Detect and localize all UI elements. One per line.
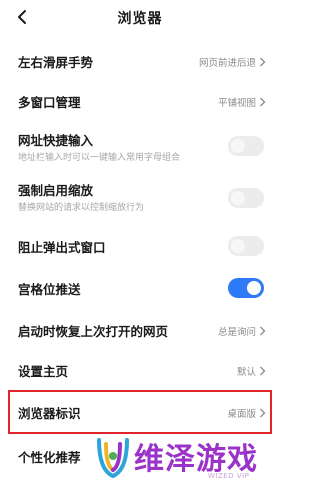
chevron-right-icon [260, 57, 266, 67]
setting-label: 个性化推荐 [18, 450, 81, 465]
setting-value: 默认 [236, 367, 256, 378]
chevron-right-icon [260, 366, 266, 376]
chevron-right-icon [260, 97, 266, 107]
setting-subtitle: 替换网站的请求以控制缩放行为 [18, 203, 145, 213]
highlight-box [8, 390, 272, 434]
chevron-right-icon [260, 326, 266, 336]
grid-push-toggle[interactable] [228, 278, 264, 298]
setting-label: 阻止弹出式窗口 [18, 240, 106, 255]
setting-label: 设置主页 [18, 364, 69, 379]
setting-subtitle: 地址栏输入时可以一键输入常用字母组合 [18, 153, 181, 163]
setting-value: 平铺视图 [217, 98, 256, 109]
setting-swipe-gesture[interactable]: 左右滑屏手势 网页前进后退 [0, 42, 280, 80]
url-quick-input-toggle[interactable] [228, 136, 264, 156]
setting-grid-push: 宫格位推送 [0, 270, 280, 306]
setting-force-zoom: 强制启用缩放 替换网站的请求以控制缩放行为 [0, 176, 280, 218]
force-zoom-toggle[interactable] [228, 188, 264, 208]
setting-value: 总是询问 [217, 327, 256, 338]
setting-label: 强制启用缩放 [18, 183, 94, 198]
watermark-logo-icon [97, 438, 129, 479]
watermark-url: WIZED VIP [208, 472, 250, 480]
page-title: 浏览器 [117, 11, 163, 27]
setting-value: 网页前进后退 [198, 58, 256, 69]
setting-label: 网址快捷输入 [18, 133, 94, 148]
block-popups-toggle[interactable] [228, 236, 264, 256]
setting-label: 宫格位推送 [18, 282, 81, 297]
setting-homepage[interactable]: 设置主页 默认 [0, 352, 280, 388]
watermark-overlay: 维泽游戏 WIZED VIP [96, 432, 280, 487]
setting-label: 多窗口管理 [18, 95, 81, 110]
setting-restore-pages[interactable]: 启动时恢复上次打开的网页 总是询问 [0, 312, 280, 348]
setting-multi-window[interactable]: 多窗口管理 平铺视图 [0, 82, 280, 120]
setting-label: 左右滑屏手势 [18, 55, 94, 70]
setting-url-quick-input: 网址快捷输入 地址栏输入时可以一键输入常用字母组合 [0, 126, 280, 168]
setting-label: 启动时恢复上次打开的网页 [18, 324, 169, 339]
setting-block-popups: 阻止弹出式窗口 [0, 228, 280, 264]
header-bar: 浏览器 [0, 0, 280, 34]
